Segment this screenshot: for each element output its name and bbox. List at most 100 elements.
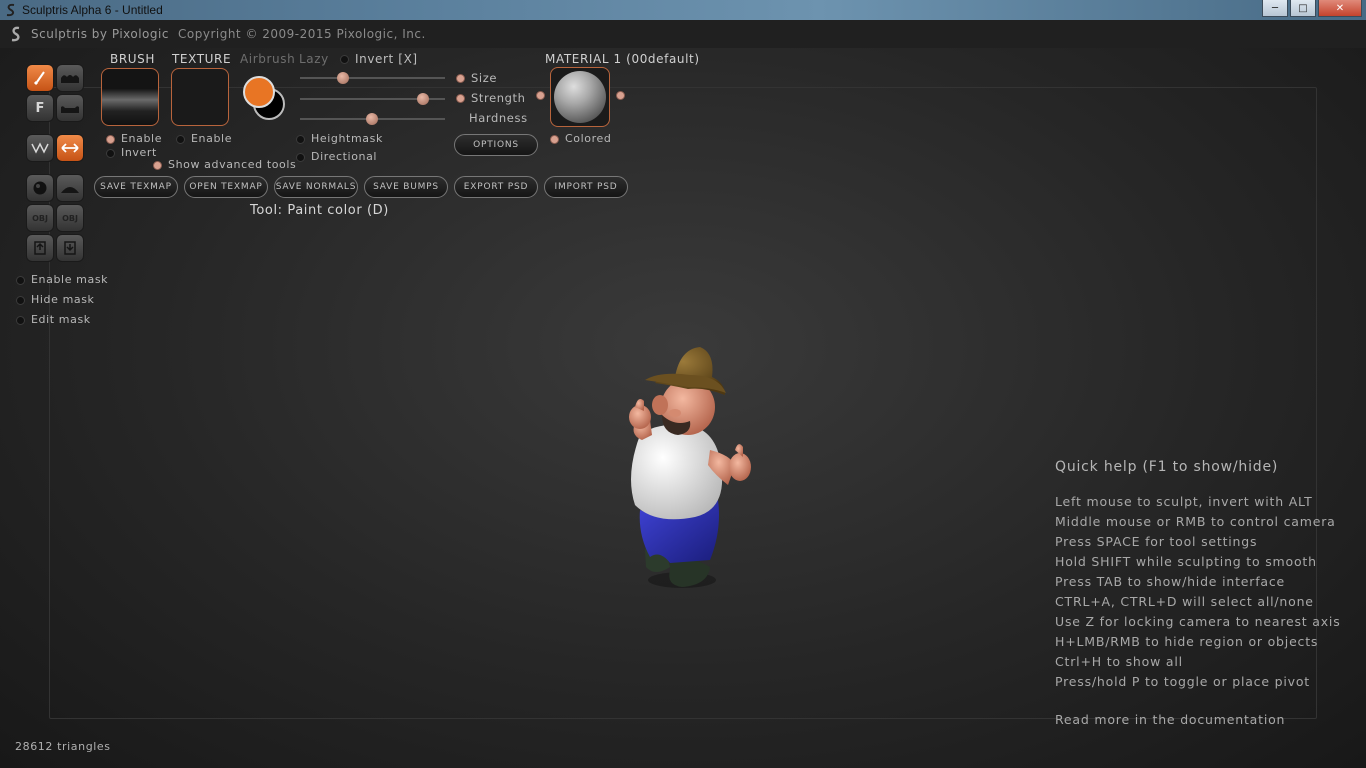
brand-label: Sculptris by Pixologic xyxy=(31,27,169,41)
show-advanced-tools-radio[interactable] xyxy=(153,160,162,170)
quick-help-line: Hold SHIFT while sculpting to smooth xyxy=(1055,554,1317,569)
minimize-button[interactable]: ─ xyxy=(1262,0,1288,17)
strength-radio[interactable] xyxy=(456,94,465,103)
wireframe-toggle-button[interactable] xyxy=(26,134,54,162)
save-file-icon xyxy=(34,241,46,255)
texture-enable-radio[interactable] xyxy=(176,134,185,144)
hide-mask-option[interactable]: Hide mask xyxy=(16,293,95,306)
size-radio[interactable] xyxy=(456,74,465,83)
material-next-dot[interactable] xyxy=(616,91,625,100)
material-swatch[interactable] xyxy=(550,67,610,127)
paint-color-swatch[interactable] xyxy=(243,76,275,108)
brush-label: BRUSH xyxy=(110,52,155,66)
import-obj-icon: OBJ xyxy=(32,213,48,223)
show-advanced-tools-option[interactable]: Show advanced tools xyxy=(153,158,296,171)
brush-alpha-swatch[interactable] xyxy=(101,68,159,126)
edit-mask-radio[interactable] xyxy=(16,315,25,325)
wireframe-w-icon xyxy=(31,142,49,154)
heightmask-option[interactable]: Heightmask xyxy=(296,132,383,145)
color-picker[interactable] xyxy=(243,76,287,120)
airbrush-toggle[interactable]: Airbrush xyxy=(240,52,295,66)
save-normals-button[interactable]: SAVE NORMALS xyxy=(274,176,358,198)
app-header: Sculptris by Pixologic Copyright © 2009-… xyxy=(0,20,1366,48)
quick-help-panel: Quick help (F1 to show/hide) Left mouse … xyxy=(1055,459,1341,727)
lazy-toggle[interactable]: Lazy xyxy=(299,52,329,66)
quick-help-line: Middle mouse or RMB to control camera xyxy=(1055,514,1336,529)
brush-invert-option[interactable]: Invert xyxy=(106,146,157,159)
triangle-count: 28612 triangles xyxy=(15,740,111,753)
bump-icon xyxy=(61,75,79,83)
new-sphere-button[interactable] xyxy=(26,174,54,202)
enable-mask-option[interactable]: Enable mask xyxy=(16,273,108,286)
save-texmap-button[interactable]: SAVE TEXMAP xyxy=(94,176,178,198)
heightmask-radio[interactable] xyxy=(296,134,305,144)
invert-option[interactable]: Invert [X] xyxy=(340,52,418,66)
quick-help-line: Left mouse to sculpt, invert with ALT xyxy=(1055,494,1313,509)
export-obj-button[interactable]: OBJ xyxy=(56,204,84,232)
size-slider-knob[interactable] xyxy=(337,72,349,84)
plane-icon xyxy=(61,187,79,193)
hardness-slider-knob[interactable] xyxy=(366,113,378,125)
texture-label: TEXTURE xyxy=(172,52,232,66)
quick-help-line: CTRL+A, CTRL+D will select all/none xyxy=(1055,594,1314,609)
material-sphere-preview xyxy=(554,71,606,123)
symmetry-arrows-icon xyxy=(61,143,79,153)
strength-slider-knob[interactable] xyxy=(417,93,429,105)
brush-enable-radio[interactable] xyxy=(106,134,115,144)
export-psd-button[interactable]: EXPORT PSD xyxy=(454,176,538,198)
quick-help-line: Press SPACE for tool settings xyxy=(1055,534,1258,549)
quick-help-line: Press/hold P to toggle or place pivot xyxy=(1055,674,1310,689)
open-file-button[interactable] xyxy=(56,234,84,262)
texture-swatch[interactable] xyxy=(171,68,229,126)
save-bumps-button[interactable]: SAVE BUMPS xyxy=(364,176,448,198)
enable-mask-radio[interactable] xyxy=(16,275,25,285)
maximize-icon: □ xyxy=(1298,2,1308,14)
tool-status-label: Tool: Paint color (D) xyxy=(250,203,389,218)
import-obj-button[interactable]: OBJ xyxy=(26,204,54,232)
documentation-link[interactable]: Read more in the documentation xyxy=(1055,712,1341,727)
close-icon: ✕ xyxy=(1335,2,1345,14)
invert-radio[interactable] xyxy=(340,55,349,64)
open-texmap-button[interactable]: OPEN TEXMAP xyxy=(184,176,268,198)
paint-brush-icon xyxy=(33,71,45,86)
bump-tool-button[interactable] xyxy=(56,64,84,92)
edit-mask-option[interactable]: Edit mask xyxy=(16,313,91,326)
directional-radio[interactable] xyxy=(296,152,305,162)
colored-radio[interactable] xyxy=(550,134,559,144)
minimize-icon: ─ xyxy=(1271,2,1279,14)
directional-option[interactable]: Directional xyxy=(296,150,377,163)
open-file-icon xyxy=(64,241,76,255)
options-button[interactable]: OPTIONS xyxy=(454,134,538,156)
hide-mask-radio[interactable] xyxy=(16,295,25,305)
hardness-label: Hardness xyxy=(469,111,528,125)
flatten-f-tool-button[interactable]: F xyxy=(26,94,54,122)
copyright-label: Copyright © 2009-2015 Pixologic, Inc. xyxy=(178,27,426,41)
quick-help-line: Use Z for locking camera to nearest axis xyxy=(1055,614,1341,629)
quick-help-title: Quick help (F1 to show/hide) xyxy=(1055,459,1279,475)
sculptris-app-icon xyxy=(6,3,15,17)
maximize-button[interactable]: □ xyxy=(1290,0,1316,17)
flatten-tool-button[interactable] xyxy=(56,94,84,122)
quick-help-line: Press TAB to show/hide interface xyxy=(1055,574,1286,589)
new-plane-button[interactable] xyxy=(56,174,84,202)
size-slider-track[interactable] xyxy=(300,77,445,79)
window-title: Sculptris Alpha 6 - Untitled xyxy=(22,3,163,17)
quick-help-line: H+LMB/RMB to hide region or objects xyxy=(1055,634,1319,649)
brush-invert-radio[interactable] xyxy=(106,148,115,158)
f-icon: F xyxy=(35,100,45,116)
sculpted-model-image[interactable] xyxy=(600,335,770,605)
sculptris-logo-icon xyxy=(11,26,20,42)
symmetry-toggle-button[interactable] xyxy=(56,134,84,162)
brush-enable-option[interactable]: Enable xyxy=(106,132,162,145)
material-prev-dot[interactable] xyxy=(536,91,545,100)
paint-brush-tool-button[interactable] xyxy=(26,64,54,92)
close-button[interactable]: ✕ xyxy=(1318,0,1362,17)
quick-help-line: Ctrl+H to show all xyxy=(1055,654,1183,669)
colored-option[interactable]: Colored xyxy=(550,132,611,145)
material-label: MATERIAL 1 (00default) xyxy=(545,52,700,66)
export-obj-icon: OBJ xyxy=(62,213,78,223)
import-psd-button[interactable]: IMPORT PSD xyxy=(544,176,628,198)
texture-enable-option[interactable]: Enable xyxy=(176,132,232,145)
save-file-button[interactable] xyxy=(26,234,54,262)
flatten-icon xyxy=(61,106,79,113)
